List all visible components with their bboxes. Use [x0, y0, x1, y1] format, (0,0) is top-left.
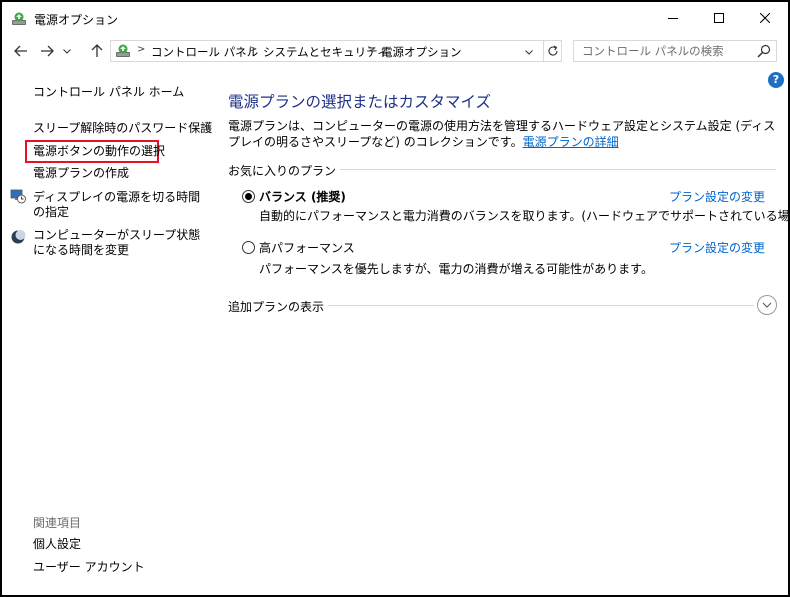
sidebar-link-create-plan[interactable]: 電源プランの作成 [33, 166, 129, 181]
search-icon[interactable] [757, 44, 771, 58]
breadcrumb-control-panel[interactable]: コントロール パネル [151, 44, 258, 60]
power-options-icon [116, 44, 130, 57]
plan-balanced-radio[interactable] [242, 190, 255, 203]
chevron-down-icon [63, 48, 71, 54]
plan-balanced-description: 自動的にパフォーマンスと電力消費のバランスを取ります。(ハードウェアでサポートさ… [259, 209, 788, 223]
breadcrumb-separator-icon[interactable]: > [137, 44, 145, 55]
help-icon[interactable]: ? [768, 72, 784, 88]
page-description: 電源プランは、コンピューターの電源の使用方法を管理するハードウェア設定とシステム… [228, 118, 776, 150]
related-link-user-accounts[interactable]: ユーザー アカウント [33, 560, 145, 575]
breadcrumb-power-options[interactable]: 電源オプション [381, 44, 462, 60]
back-button[interactable] [10, 40, 32, 62]
recent-locations-button[interactable] [60, 40, 74, 62]
chevron-down-icon [525, 50, 533, 55]
back-arrow-icon [14, 45, 27, 57]
chevron-down-icon [762, 302, 772, 308]
close-button[interactable] [742, 2, 788, 34]
search-box[interactable] [573, 40, 777, 62]
search-input[interactable] [574, 41, 760, 61]
display-timer-icon [10, 189, 26, 204]
plan-high-performance-radio[interactable] [242, 241, 255, 254]
sidebar-link-sleep-time[interactable]: コンピューターがスリープ状態になる時間を変更 [33, 228, 203, 258]
address-row: > コントロール パネル > システムとセキュリティ > 電源オプション [2, 38, 788, 66]
maximize-icon [714, 13, 724, 23]
control-panel-home-link[interactable]: コントロール パネル ホーム [33, 85, 184, 100]
forward-button[interactable] [36, 40, 58, 62]
expand-additional-plans-button[interactable] [757, 295, 777, 315]
additional-plans-label[interactable]: 追加プランの表示 [228, 298, 329, 315]
power-options-icon [12, 12, 26, 25]
related-link-personalization[interactable]: 個人設定 [33, 537, 81, 552]
window-title: 電源オプション [34, 13, 119, 27]
minimize-button[interactable] [650, 2, 696, 34]
plan-high-performance-description: パフォーマンスを優先しますが、電力の消費が増える可能性があります。 [259, 262, 653, 276]
description-text: 電源プランは、コンピューターの電源の使用方法を管理するハードウェア設定とシステム… [228, 119, 776, 149]
related-heading: 関連項目 [33, 516, 82, 530]
plan-balanced-change-link[interactable]: プラン設定の変更 [669, 188, 765, 205]
plan-balanced-name[interactable]: バランス (推奨) [259, 188, 346, 205]
minimize-icon [668, 18, 678, 19]
close-icon [760, 13, 770, 23]
page-title: 電源プランの選択またはカスタマイズ [228, 93, 492, 111]
refresh-button[interactable] [543, 41, 562, 61]
up-button[interactable] [86, 40, 108, 62]
power-options-window: 電源オプション > コントロール パネル > システムとセキュリティ > 電源オ… [2, 2, 788, 595]
up-arrow-icon [91, 44, 103, 57]
power-plan-details-link[interactable]: 電源プランの詳細 [523, 135, 619, 149]
breadcrumb-separator-icon[interactable]: > [367, 44, 375, 55]
title-bar: 電源オプション [2, 2, 788, 34]
sidebar-link-display-off[interactable]: ディスプレイの電源を切る時間の指定 [33, 190, 203, 220]
plan-high-performance-change-link[interactable]: プラン設定の変更 [669, 239, 765, 256]
breadcrumb-separator-icon[interactable]: > [249, 44, 257, 55]
sleep-moon-icon [11, 230, 26, 244]
refresh-icon [548, 45, 558, 56]
sidebar-link-wake-password[interactable]: スリープ解除時のパスワード保護 [33, 121, 212, 136]
sidebar-link-power-button[interactable]: 電源ボタンの動作の選択 [33, 144, 165, 159]
maximize-button[interactable] [696, 2, 742, 34]
address-dropdown-button[interactable] [521, 44, 537, 60]
address-bar[interactable]: > コントロール パネル > システムとセキュリティ > 電源オプション [110, 40, 562, 62]
favorites-label: お気に入りのプラン [228, 162, 341, 179]
forward-arrow-icon [41, 45, 54, 57]
plan-high-performance-name[interactable]: 高パフォーマンス [259, 239, 355, 256]
